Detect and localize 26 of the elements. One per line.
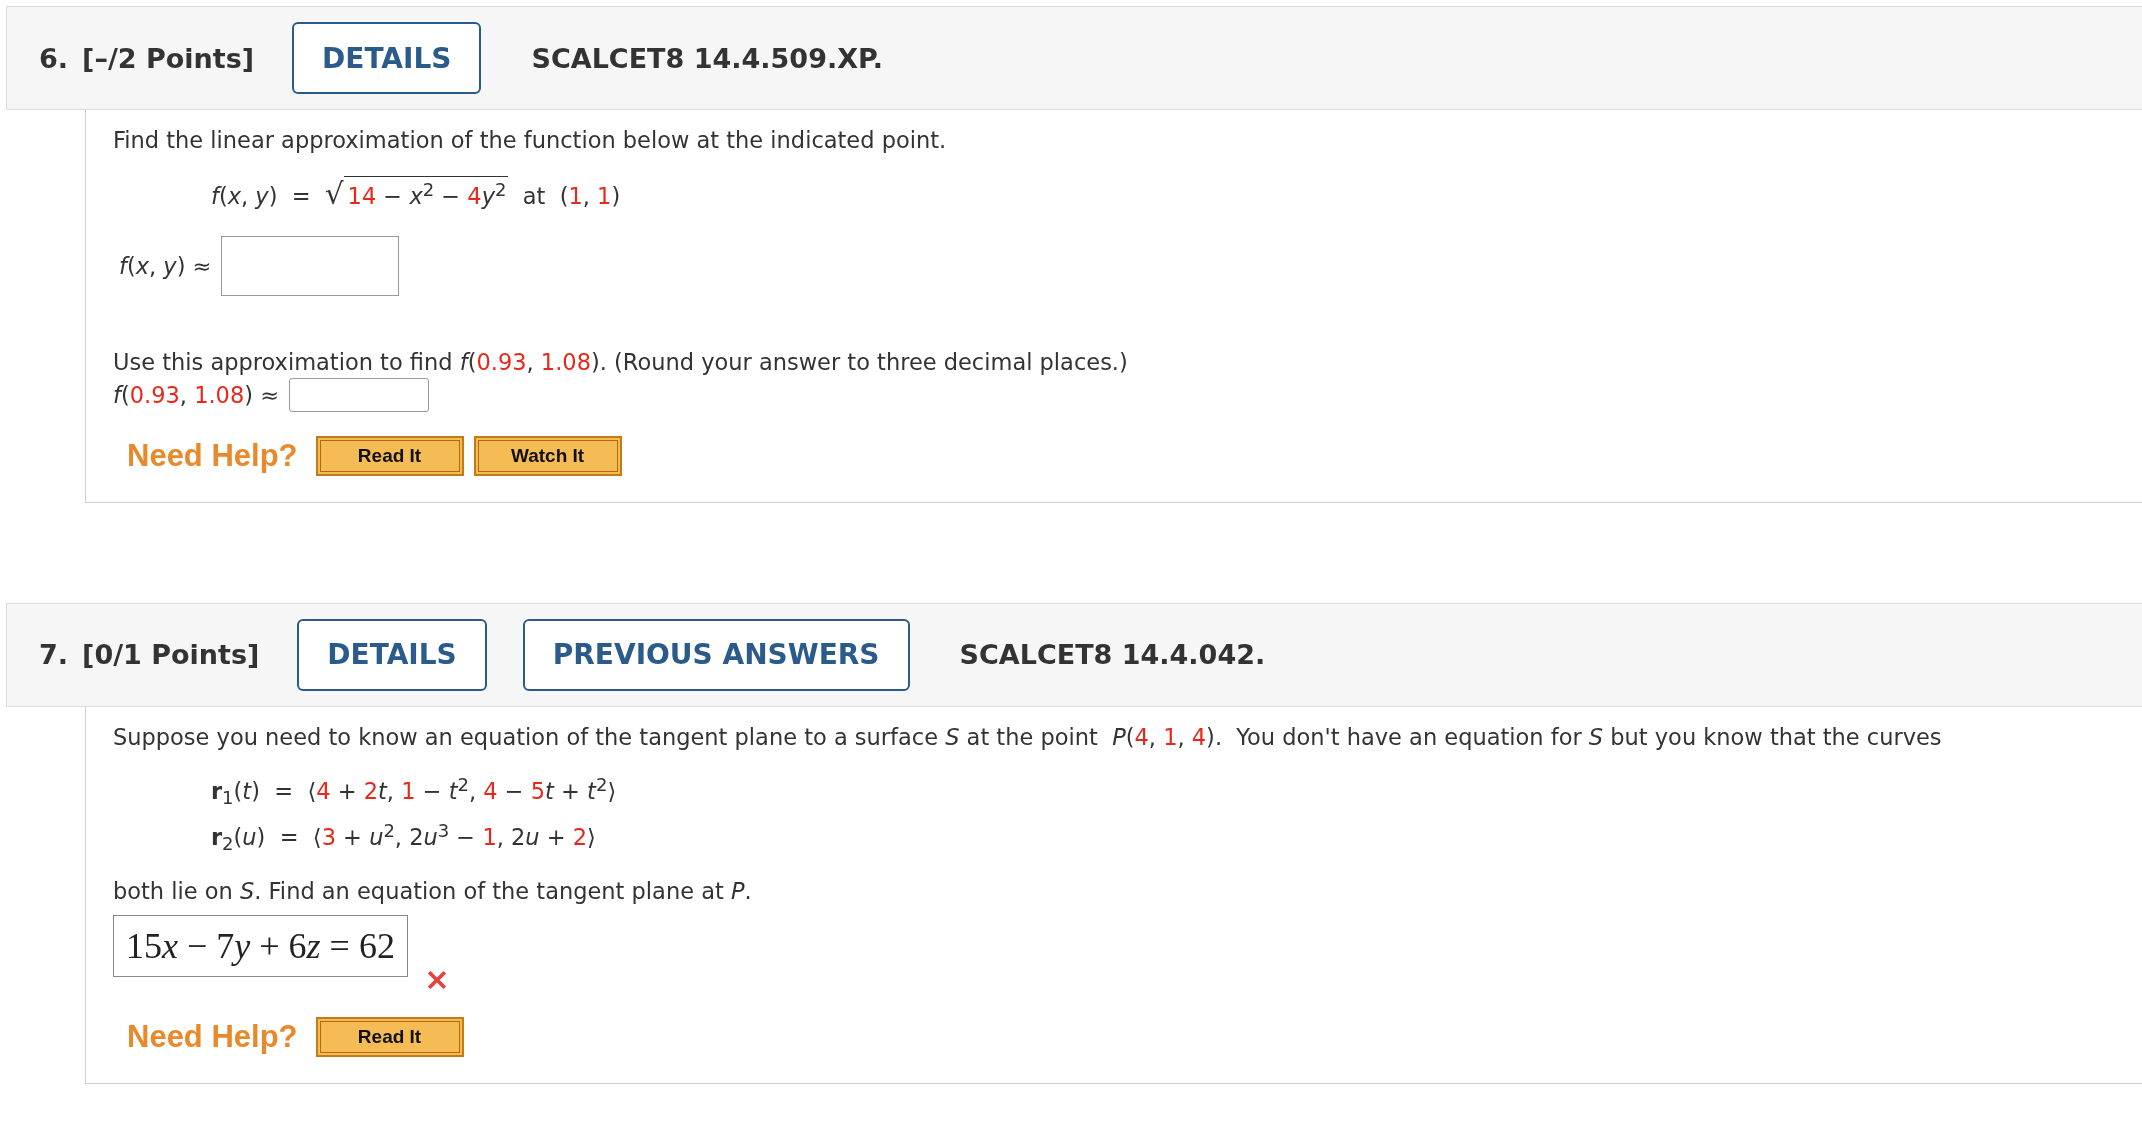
field-label: f(x, y) ≈ (119, 251, 212, 281)
answer-box[interactable]: 15x − 7y + 6z = 62 (113, 914, 408, 977)
answer-field[interactable] (289, 377, 430, 412)
need-help-label: Need Help? (127, 1018, 298, 1055)
header-button[interactable]: DETAILS (292, 22, 482, 94)
problem-code: SCALCET8 14.4.042. (959, 639, 1266, 671)
problem-code: SCALCET8 14.4.509.XP. (531, 42, 884, 74)
question-number: 6. (39, 42, 69, 74)
help-button[interactable]: Read It (315, 435, 464, 476)
math-formula: r$_{1}$(t) = ⟨4 + 2t, 1 − t$^{2}$, 4 − 5t + t$^{2}$⟩ (211, 772, 618, 809)
help-button[interactable]: Watch It (473, 435, 622, 476)
math-formula: f(x, y) = √14 − x$^{2}$ − 4y$^{2}$ at (1, 1) (211, 176, 622, 213)
answer-field[interactable] (221, 235, 400, 296)
header-button[interactable]: DETAILS (297, 618, 487, 691)
question-number: 7. (39, 639, 69, 671)
question-text: Find the linear approximation of the function below at the indicated point. (113, 126, 948, 155)
math-formula: r$_{2}$(u) = ⟨3 + u$^{2}$, 2u$^{3}$ − 1, 2u + 2⟩ (211, 818, 597, 855)
points-label: [–/2 Points] (82, 42, 255, 74)
question-text: Suppose you need to know an equation of the tangent plane to a surface S at the point P(4, 1, 4). You don't have an equation for S but you know that the curves (113, 722, 1943, 752)
question-text: both lie on S. Find an equation of the tangent plane at P. (113, 876, 753, 906)
need-help-label: Need Help? (127, 437, 298, 474)
header-button[interactable]: PREVIOUS ANSWERS (522, 618, 910, 691)
points-label: [0/1 Points] (82, 639, 260, 671)
question-text: Use this approximation to find f(0.93, 1.08). (Round your answer to three decimal places.) (113, 347, 1129, 377)
help-button[interactable]: Read It (315, 1016, 464, 1057)
field-label: f(0.93, 1.08) ≈ (113, 380, 280, 410)
